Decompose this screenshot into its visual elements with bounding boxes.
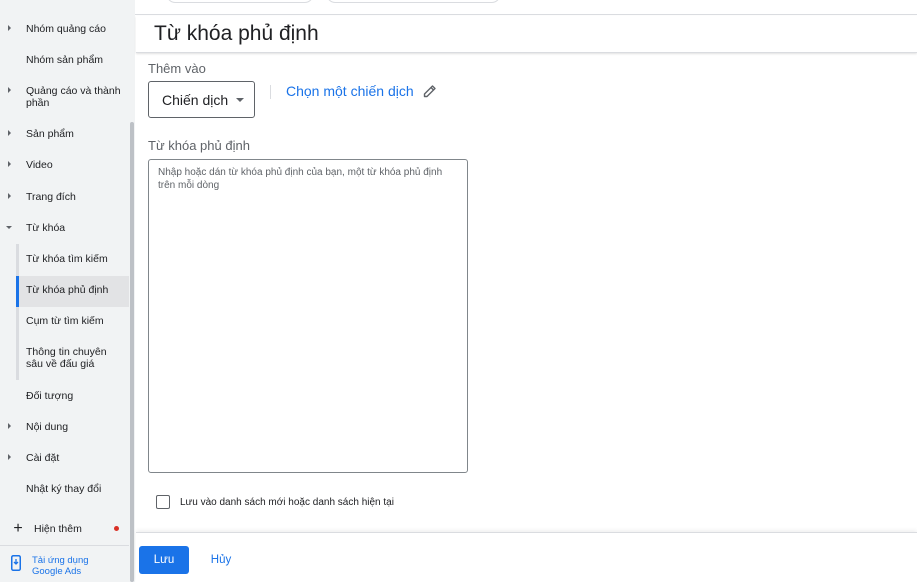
sidebar-item-label: Thông tin chuyên sâu về đấu giá [26, 346, 107, 370]
save-to-list-checkbox[interactable] [156, 495, 170, 509]
download-app-line2: Google Ads [32, 566, 82, 577]
notification-dot [114, 526, 119, 531]
sidebar-item-search-terms[interactable]: Cụm từ tìm kiếm [0, 315, 129, 327]
sidebar-item-label: Đối tượng [26, 390, 74, 402]
sidebar-item-label: Quảng cáo và thành phần [26, 85, 121, 109]
sidebar-item-ads-and-assets[interactable]: Quảng cáo và thành phần [0, 85, 129, 109]
caret-right-icon [7, 454, 11, 460]
sidebar-item-content[interactable]: Nội dung [0, 421, 129, 433]
sidebar-item-label: Từ khóa phủ định [26, 284, 109, 296]
form-footer: Lưu Hủy [136, 532, 917, 582]
save-to-list-option[interactable]: Lưu vào danh sách mới hoặc danh sách hiệ… [156, 495, 394, 509]
top-toolbar-strip [130, 0, 917, 15]
sidebar-item-ad-groups[interactable]: Nhóm quảng cáo [0, 23, 129, 35]
sidebar-item-search-keywords[interactable]: Từ khóa tìm kiếm [0, 253, 129, 265]
sidebar-item-products[interactable]: Sản phẩm [0, 128, 129, 140]
sidebar-item-label: Từ khóa [26, 222, 66, 234]
caret-right-icon [7, 25, 11, 31]
caret-right-icon [7, 130, 11, 136]
choose-campaign-link[interactable]: Chọn một chiến dịch [286, 83, 414, 99]
sidebar-item-label: Nhóm quảng cáo [26, 23, 106, 35]
show-more-label: Hiện thêm [34, 523, 82, 535]
add-to-label: Thêm vào [148, 61, 206, 76]
sidebar-item-label: Cài đặt [26, 452, 60, 464]
sidebar-item-change-history[interactable]: Nhật ký thay đổi [0, 483, 129, 495]
sidebar-item-negative-keywords[interactable]: Từ khóa phủ định [0, 284, 129, 296]
sidebar-scrollbar-thumb[interactable] [130, 122, 134, 582]
sidebar-item-label: Trang đích [26, 191, 76, 203]
cancel-button[interactable]: Hủy [202, 546, 240, 574]
top-toolbar-button[interactable] [166, 0, 314, 3]
sidebar-item-label: Sản phẩm [26, 128, 74, 140]
caret-right-icon [7, 161, 11, 167]
caret-right-icon [7, 193, 11, 199]
page-header: Từ khóa phủ định [136, 16, 917, 53]
plus-icon: + [13, 520, 23, 537]
download-app-link[interactable]: Tải ứng dụng Google Ads [0, 545, 129, 582]
phone-icon [0, 555, 32, 571]
save-to-list-label: Lưu vào danh sách mới hoặc danh sách hiệ… [180, 496, 394, 508]
pencil-icon[interactable] [422, 83, 438, 99]
save-button[interactable]: Lưu [139, 546, 189, 574]
sidebar-item-label: Nội dung [26, 421, 69, 433]
sidebar-item-keywords[interactable]: Từ khóa [0, 222, 129, 234]
page-title: Từ khóa phủ định [154, 22, 319, 45]
campaign-level-dropdown[interactable]: Chiến dịch [148, 81, 255, 118]
sidebar: Nhóm quảng cáo Nhóm sản phẩm Quảng cáo v… [0, 0, 129, 582]
caret-right-icon [7, 423, 11, 429]
sidebar-item-auction-insights[interactable]: Thông tin chuyên sâu về đấu giá [0, 346, 129, 370]
sidebar-item-video[interactable]: Video [0, 159, 129, 171]
dropdown-caret-icon [236, 97, 245, 102]
sidebar-item-label: Video [26, 159, 53, 171]
caret-down-icon [6, 226, 12, 229]
sidebar-item-product-groups[interactable]: Nhóm sản phẩm [0, 54, 129, 66]
top-toolbar-button[interactable] [326, 0, 501, 3]
sidebar-item-label: Cụm từ tìm kiếm [26, 315, 104, 327]
sidebar-item-label: Nhóm sản phẩm [26, 54, 104, 66]
divider [270, 85, 271, 99]
sidebar-item-audiences[interactable]: Đối tượng [0, 390, 129, 402]
download-app-line1: Tải ứng dụng [32, 555, 89, 566]
sidebar-item-label: Từ khóa tìm kiếm [26, 253, 108, 265]
show-more-button[interactable]: + Hiện thêm [0, 519, 129, 539]
caret-right-icon [7, 87, 11, 93]
sidebar-item-settings[interactable]: Cài đặt [0, 452, 129, 464]
sidebar-item-label: Nhật ký thay đổi [26, 483, 102, 495]
campaign-dropdown-value: Chiến dịch [162, 91, 229, 108]
sidebar-item-landing-pages[interactable]: Trang đích [0, 191, 129, 203]
negative-keywords-textarea[interactable] [148, 159, 468, 473]
negative-keywords-label: Từ khóa phủ định [148, 138, 250, 153]
